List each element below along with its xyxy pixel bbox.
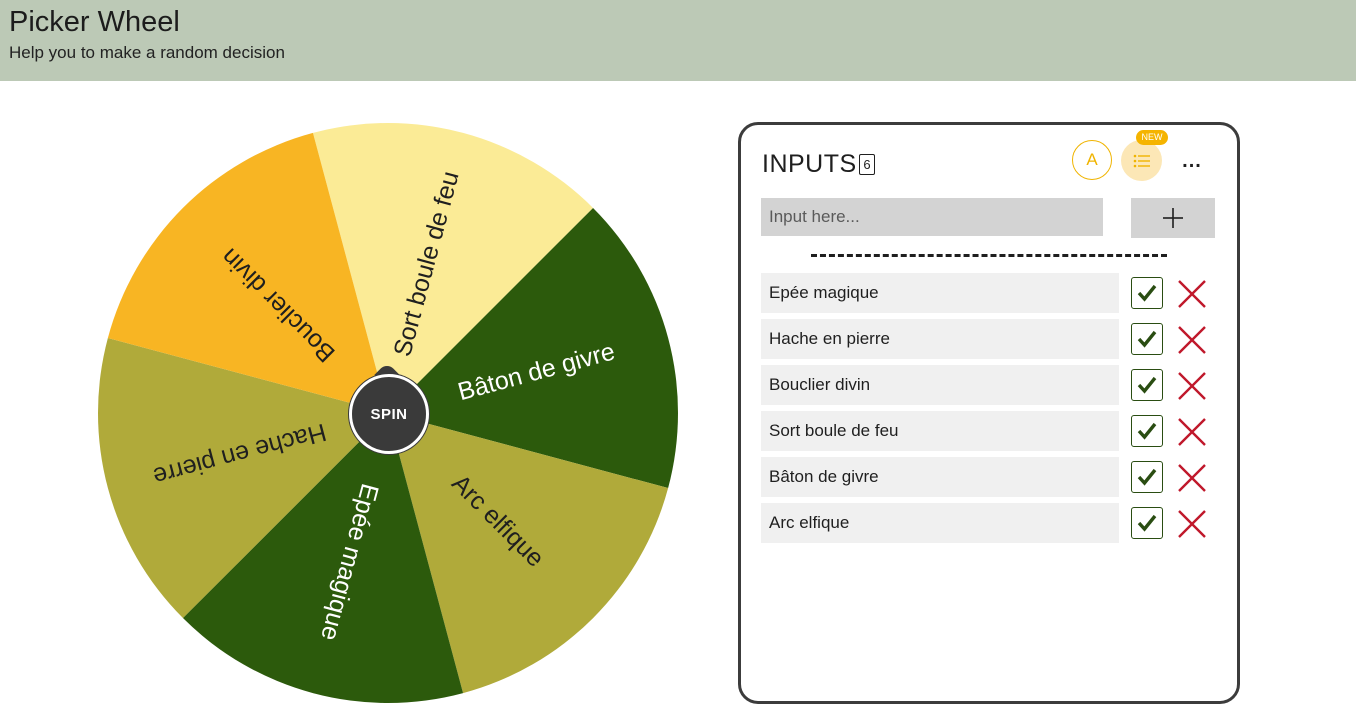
entry-label[interactable]: Sort boule de feu: [761, 411, 1119, 451]
spin-control[interactable]: SPIN: [348, 362, 429, 454]
check-icon: [1137, 330, 1157, 348]
app-subtitle: Help you to make a random decision: [9, 43, 285, 62]
entry-toggle-checkbox[interactable]: [1131, 461, 1163, 493]
close-icon: [1178, 326, 1206, 354]
list-item: Bâton de givre: [761, 457, 1221, 497]
entry-input[interactable]: [761, 198, 1103, 236]
plus-icon: [1163, 208, 1183, 228]
entry-label[interactable]: Bouclier divin: [761, 365, 1119, 405]
check-icon: [1137, 422, 1157, 440]
list-item: Epée magique: [761, 273, 1221, 313]
delete-entry-button[interactable]: [1175, 507, 1209, 541]
close-icon: [1178, 510, 1206, 538]
entry-toggle-checkbox[interactable]: [1131, 277, 1163, 309]
spin-button[interactable]: SPIN: [349, 374, 429, 454]
entry-toggle-checkbox[interactable]: [1131, 507, 1163, 539]
entry-toggle-checkbox[interactable]: [1131, 369, 1163, 401]
close-icon: [1178, 372, 1206, 400]
entry-label[interactable]: Hache en pierre: [761, 319, 1119, 359]
close-icon: [1178, 418, 1206, 446]
check-icon: [1137, 284, 1157, 302]
divider: [811, 254, 1167, 257]
avatar-letter-button[interactable]: A: [1072, 140, 1112, 180]
app-header: Picker Wheel Help you to make a random d…: [0, 0, 1356, 81]
delete-entry-button[interactable]: [1175, 277, 1209, 311]
app-title: Picker Wheel: [9, 6, 180, 38]
check-icon: [1137, 468, 1157, 486]
list-item: Sort boule de feu: [761, 411, 1221, 451]
delete-entry-button[interactable]: [1175, 461, 1209, 495]
check-icon: [1137, 514, 1157, 532]
delete-entry-button[interactable]: [1175, 415, 1209, 449]
list-mode-button[interactable]: [1121, 140, 1162, 181]
close-icon: [1178, 464, 1206, 492]
delete-entry-button[interactable]: [1175, 323, 1209, 357]
entry-label[interactable]: Arc elfique: [761, 503, 1119, 543]
list-item: Arc elfique: [761, 503, 1221, 543]
entry-toggle-checkbox[interactable]: [1131, 323, 1163, 355]
entry-label[interactable]: Bâton de givre: [761, 457, 1119, 497]
new-badge: NEW: [1136, 130, 1168, 145]
close-icon: [1178, 280, 1206, 308]
list-icon: [1133, 154, 1150, 167]
inputs-count-badge: 6: [859, 154, 875, 175]
inputs-title: INPUTS: [762, 150, 857, 178]
check-icon: [1137, 376, 1157, 394]
entry-toggle-checkbox[interactable]: [1131, 415, 1163, 447]
delete-entry-button[interactable]: [1175, 369, 1209, 403]
more-options-button[interactable]: ...: [1175, 147, 1209, 175]
list-item: Bouclier divin: [761, 365, 1221, 405]
list-item: Hache en pierre: [761, 319, 1221, 359]
add-entry-button[interactable]: [1131, 198, 1215, 238]
inputs-panel: INPUTS 6 A NEW ... Epée magique: [738, 122, 1240, 704]
entry-list: Epée magique Hache en pierre Bouclier di…: [761, 273, 1221, 549]
entry-label[interactable]: Epée magique: [761, 273, 1119, 313]
